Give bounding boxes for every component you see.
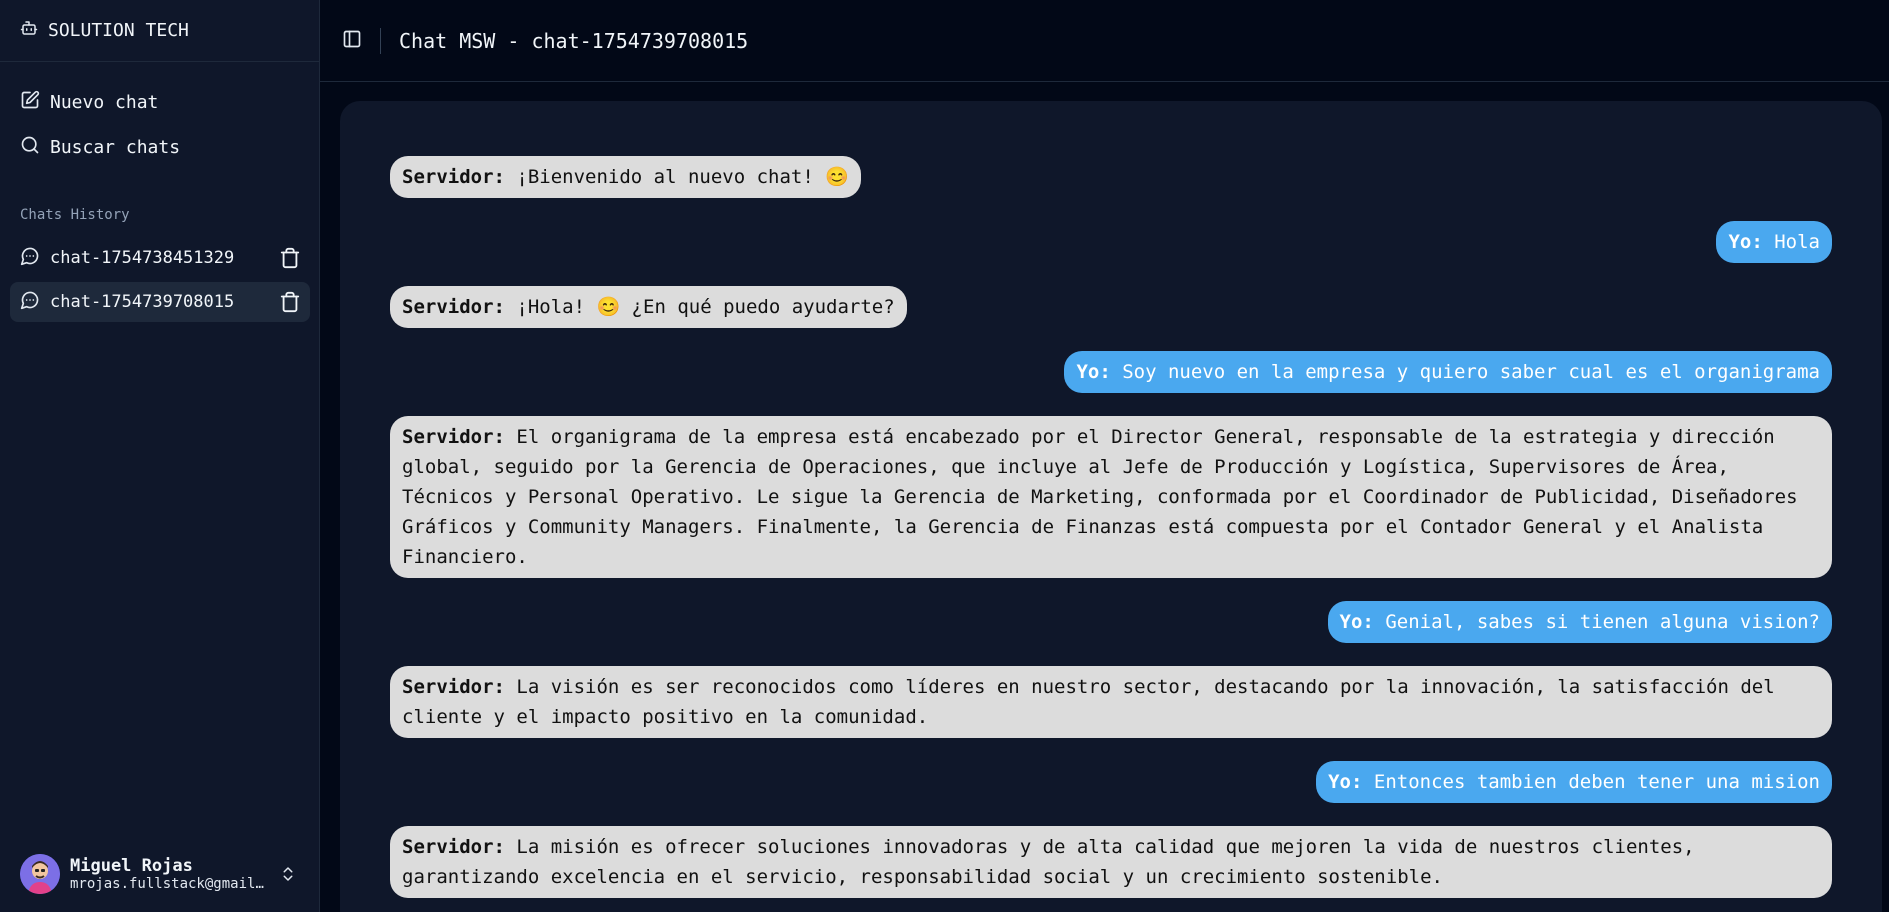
- message-circle-icon: [20, 246, 40, 271]
- server-message: Servidor: La misión es ofrecer solucione…: [390, 826, 1832, 898]
- chats-history-heading: Chats History: [20, 207, 130, 223]
- brand[interactable]: SOLUTION TECH: [0, 0, 320, 62]
- message-speaker: Servidor:: [402, 426, 505, 448]
- message-speaker: Servidor:: [402, 836, 505, 858]
- trash-icon[interactable]: [270, 282, 310, 322]
- user-message: Yo: Soy nuevo en la empresa y quiero sab…: [1064, 351, 1832, 393]
- message-speaker: Yo:: [1076, 361, 1111, 383]
- message-text: ¡Hola! 😊 ¿En qué puedo ayudarte?: [504, 296, 895, 318]
- message-speaker: Yo:: [1339, 611, 1374, 633]
- user-message: Yo: Genial, sabes si tienen alguna visio…: [1327, 601, 1832, 643]
- header-divider: [380, 27, 381, 54]
- server-message: Servidor: ¡Hola! 😊 ¿En qué puedo ayudart…: [390, 286, 907, 328]
- edit-icon: [20, 90, 50, 115]
- server-message: Servidor: La visión es ser reconocidos c…: [390, 666, 1832, 738]
- history-item-label: chat-1754738451329: [50, 248, 235, 268]
- history-item-label: chat-1754739708015: [50, 292, 235, 312]
- search-chats-label: Buscar chats: [50, 136, 181, 158]
- user-info: Miguel Rojas mrojas.fullstack@gmail.com: [70, 856, 276, 892]
- history-item-chat-2[interactable]: chat-1754739708015: [10, 282, 310, 322]
- server-message: Servidor: El organigrama de la empresa e…: [390, 416, 1832, 578]
- user-menu[interactable]: Miguel Rojas mrojas.fullstack@gmail.com: [20, 850, 300, 898]
- message-text: La misión es ofrecer soluciones innovado…: [402, 836, 1707, 888]
- message-text: El organigrama de la empresa está encabe…: [402, 426, 1810, 568]
- server-message: Servidor: ¡Bienvenido al nuevo chat! 😊: [390, 156, 861, 198]
- message-text: ¡Bienvenido al nuevo chat! 😊: [504, 166, 849, 188]
- avatar: [20, 854, 60, 894]
- message-text: Hola: [1762, 231, 1820, 253]
- chevrons-up-down-icon[interactable]: [276, 862, 300, 886]
- new-chat-label: Nuevo chat: [50, 91, 159, 113]
- message-circle-icon: [20, 290, 40, 315]
- page-title: Chat MSW - chat-1754739708015: [399, 28, 749, 53]
- search-chats-button[interactable]: Buscar chats: [10, 127, 310, 167]
- chat-header: Chat MSW - chat-1754739708015: [320, 0, 1889, 82]
- trash-icon[interactable]: [270, 238, 310, 278]
- bot-icon: [20, 19, 48, 42]
- message-speaker: Servidor:: [402, 676, 505, 698]
- user-message: Yo: Entonces tambien deben tener una mis…: [1316, 761, 1832, 803]
- new-chat-button[interactable]: Nuevo chat: [10, 82, 310, 122]
- search-icon: [20, 135, 50, 160]
- user-message: Yo: Hola: [1716, 221, 1832, 263]
- user-email: mrojas.fullstack@gmail.com: [70, 876, 270, 892]
- message-text: Soy nuevo en la empresa y quiero saber c…: [1110, 361, 1820, 383]
- chat-messages[interactable]: Servidor: ¡Bienvenido al nuevo chat! 😊 Y…: [340, 101, 1882, 912]
- message-speaker: Yo:: [1728, 231, 1763, 253]
- message-text: Genial, sabes si tienen alguna vision?: [1373, 611, 1820, 633]
- user-name: Miguel Rojas: [70, 856, 193, 876]
- brand-name: SOLUTION TECH: [48, 20, 189, 41]
- message-speaker: Servidor:: [402, 166, 505, 188]
- message-text: Entonces tambien deben tener una mision: [1362, 771, 1820, 793]
- sidebar: SOLUTION TECH Nuevo chat Buscar chats Ch…: [0, 0, 320, 912]
- message-text: La visión es ser reconocidos como lídere…: [402, 676, 1787, 728]
- history-item-chat-1[interactable]: chat-1754738451329: [10, 238, 310, 278]
- message-speaker: Servidor:: [402, 296, 505, 318]
- message-speaker: Yo:: [1328, 771, 1363, 793]
- sidebar-toggle-icon[interactable]: [342, 29, 362, 53]
